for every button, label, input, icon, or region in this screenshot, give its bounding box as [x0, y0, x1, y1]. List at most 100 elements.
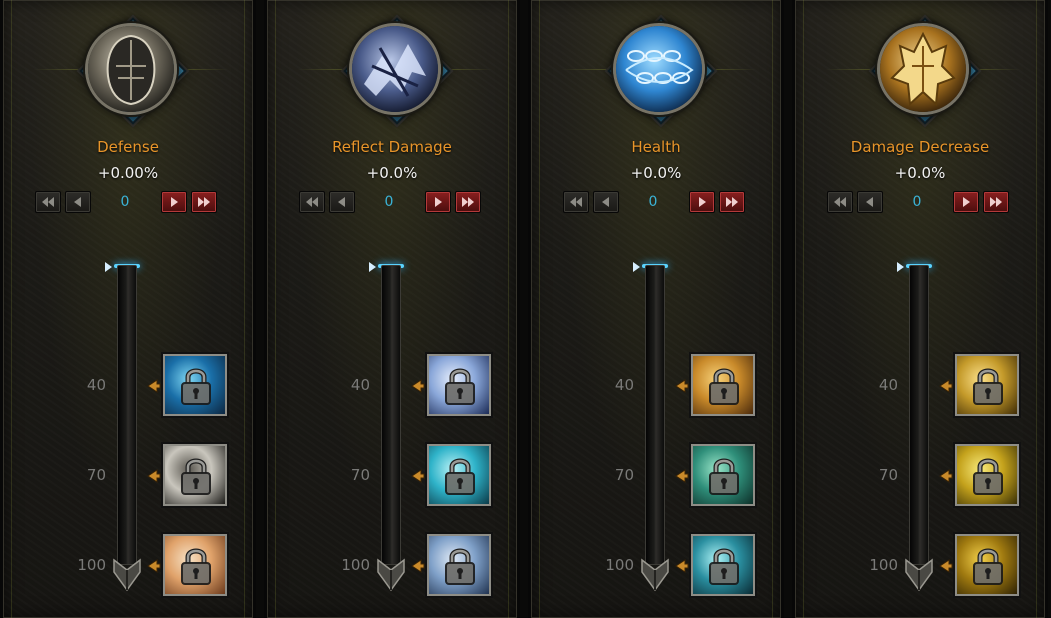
attribute-bonus-value: +0.00%: [97, 164, 159, 182]
arrow-left-icon: [74, 197, 81, 207]
lock-icon: [971, 546, 1005, 586]
level-arrow-icon: [939, 468, 953, 483]
level-arrow-icon: [147, 378, 161, 393]
lock-icon: [971, 456, 1005, 496]
attribute-title: Health: [631, 138, 681, 156]
locked-skill-slot[interactable]: [163, 444, 227, 506]
locked-skill-slot[interactable]: [427, 444, 491, 506]
decrease-button[interactable]: [329, 191, 355, 213]
max-button[interactable]: [191, 191, 217, 213]
arrow-right-icon: [435, 197, 442, 207]
locked-skill-slot[interactable]: [691, 534, 755, 596]
arrow-left-icon: [570, 197, 582, 207]
level-label: 40: [86, 376, 106, 394]
level-arrow-icon: [675, 468, 689, 483]
level-arrow-icon: [147, 558, 161, 573]
locked-skill-slot[interactable]: [955, 354, 1019, 416]
level-label: 70: [86, 466, 106, 484]
panel-health: Health +0.0% 0 40 70 100: [528, 0, 784, 618]
increase-button[interactable]: [425, 191, 451, 213]
level-label: 100: [605, 556, 634, 574]
min-button[interactable]: [563, 191, 589, 213]
decrease-button[interactable]: [857, 191, 883, 213]
level-label: 40: [878, 376, 898, 394]
min-button[interactable]: [35, 191, 61, 213]
panel-reflect-damage: Reflect Damage +0.0% 0 40 70 100: [264, 0, 520, 618]
progress-pointer-icon: [105, 262, 112, 272]
arrow-right-icon: [990, 197, 1002, 207]
track-end-icon: [112, 558, 142, 592]
progress-pointer-icon: [897, 262, 904, 272]
locked-skill-slot[interactable]: [163, 354, 227, 416]
level-arrow-icon: [675, 558, 689, 573]
lock-icon: [443, 366, 477, 406]
locked-skill-slot[interactable]: [427, 534, 491, 596]
locked-skill-slot[interactable]: [691, 444, 755, 506]
arrow-left-icon: [834, 197, 846, 207]
min-button[interactable]: [299, 191, 325, 213]
level-label: 70: [878, 466, 898, 484]
emblem-defense[interactable]: [79, 17, 187, 125]
level-arrow-icon: [147, 468, 161, 483]
max-button[interactable]: [455, 191, 481, 213]
level-label: 70: [350, 466, 370, 484]
chain-orb-icon: [613, 23, 705, 115]
locked-skill-slot[interactable]: [427, 354, 491, 416]
locked-skill-slot[interactable]: [955, 534, 1019, 596]
progress-track: [381, 265, 401, 565]
arrow-left-icon: [306, 197, 318, 207]
dragon-icon: [349, 23, 441, 115]
attribute-bonus-value: +0.0%: [630, 164, 682, 182]
panel-defense: Defense +0.00% 0 40 70 100: [0, 0, 256, 618]
locked-skill-slot[interactable]: [163, 534, 227, 596]
increase-button[interactable]: [689, 191, 715, 213]
lock-icon: [707, 366, 741, 406]
level-arrow-icon: [411, 558, 425, 573]
level-label: 40: [350, 376, 370, 394]
level-arrow-icon: [939, 558, 953, 573]
progress-track: [117, 265, 137, 565]
locked-skill-slot[interactable]: [691, 354, 755, 416]
increase-button[interactable]: [161, 191, 187, 213]
arrow-right-icon: [462, 197, 474, 207]
attribute-title: Defense: [97, 138, 159, 156]
points-counter: 0: [384, 194, 394, 210]
min-button[interactable]: [827, 191, 853, 213]
points-counter: 0: [120, 194, 130, 210]
level-arrow-icon: [411, 378, 425, 393]
decrease-button[interactable]: [65, 191, 91, 213]
progress-track: [909, 265, 929, 565]
max-button[interactable]: [983, 191, 1009, 213]
arrow-left-icon: [866, 197, 873, 207]
increase-button[interactable]: [953, 191, 979, 213]
lock-icon: [443, 456, 477, 496]
level-arrow-icon: [411, 468, 425, 483]
attribute-bonus-value: +0.0%: [366, 164, 418, 182]
helmet-icon: [85, 23, 177, 115]
arrow-right-icon: [726, 197, 738, 207]
level-arrow-icon: [939, 378, 953, 393]
arrow-right-icon: [198, 197, 210, 207]
progress-pointer-icon: [633, 262, 640, 272]
emblem-health[interactable]: [607, 17, 715, 125]
lock-icon: [971, 366, 1005, 406]
lock-icon: [443, 546, 477, 586]
points-counter: 0: [912, 194, 922, 210]
max-button[interactable]: [719, 191, 745, 213]
track-end-icon: [376, 558, 406, 592]
level-label: 40: [614, 376, 634, 394]
points-counter: 0: [648, 194, 658, 210]
attribute-title: Damage Decrease: [850, 138, 990, 156]
emblem-reflect-damage[interactable]: [343, 17, 451, 125]
emblem-damage-decrease[interactable]: [871, 17, 979, 125]
level-label: 100: [77, 556, 106, 574]
locked-skill-slot[interactable]: [955, 444, 1019, 506]
attribute-title: Reflect Damage: [332, 138, 452, 156]
lock-icon: [179, 546, 213, 586]
arrow-left-icon: [602, 197, 609, 207]
lock-icon: [179, 456, 213, 496]
level-label: 100: [869, 556, 898, 574]
arrow-right-icon: [699, 197, 706, 207]
decrease-button[interactable]: [593, 191, 619, 213]
arrow-right-icon: [171, 197, 178, 207]
